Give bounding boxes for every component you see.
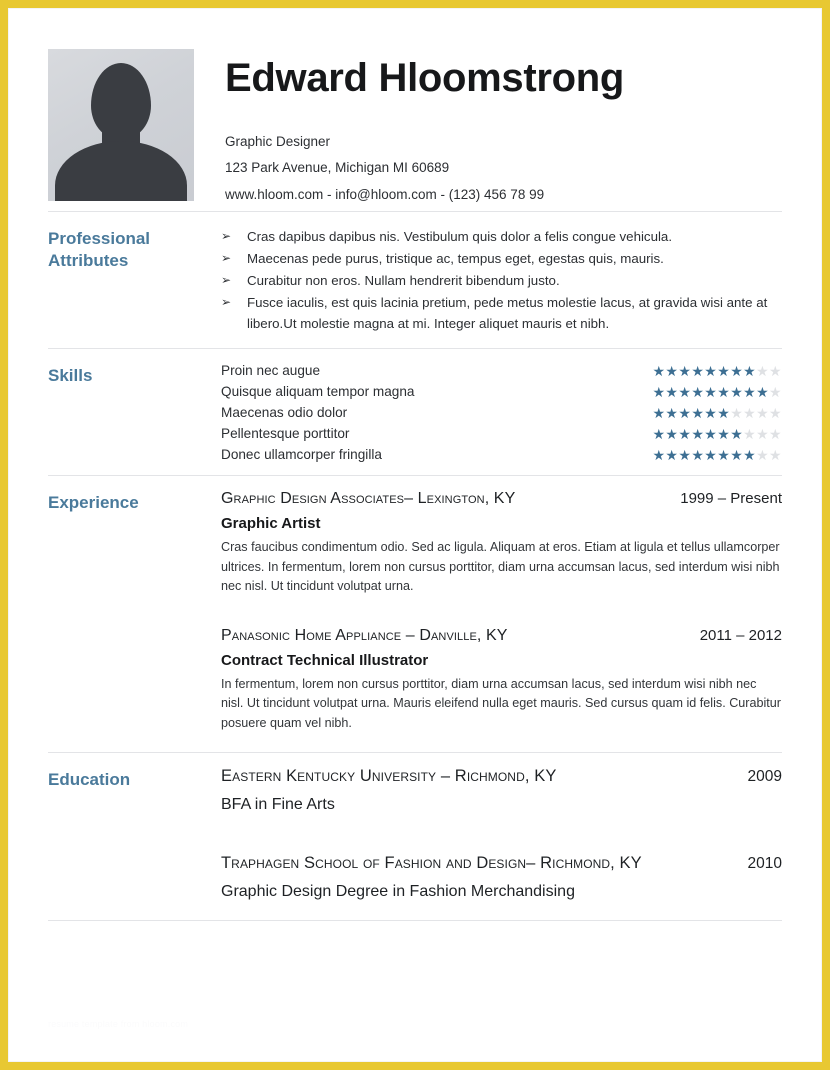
arrow-bullet-icon: ➢ [221, 251, 232, 265]
attribute-text: Cras dapibus dapibus nis. Vestibulum qui… [247, 229, 673, 244]
job-role: Graphic Artist [221, 515, 321, 532]
entry-header: Panasonic Home Appliance – Danville, KY … [221, 627, 782, 645]
resume-sheet: Edward Hloomstrong Graphic Designer 123 … [11, 11, 819, 1059]
list-item: ➢ Cras dapibus dapibus nis. Vestibulum q… [221, 226, 782, 247]
job-description: Cras faucibus condimentum odio. Sed ac l… [221, 540, 780, 594]
section-professional-attributes: Professional Attributes ➢ Cras dapibus d… [48, 212, 782, 348]
employer-name: Graphic Design Associates– Lexington, KY [221, 490, 516, 507]
list-item: Donec ullamcorper fringilla ★★★★★★★★★★ [221, 447, 782, 462]
list-item: ➢ Fusce iaculis, est quis lacinia pretiu… [221, 292, 782, 334]
graduation-year: 2009 [747, 768, 782, 786]
address-line: 123 Park Avenue, Michigan MI 60689 [225, 160, 450, 176]
education-list: Eastern Kentucky University – Richmond, … [221, 767, 782, 907]
experience-list: Graphic Design Associates– Lexington, KY… [221, 490, 782, 739]
job-role: Contract Technical Illustrator [221, 651, 429, 669]
skill-rating-stars: ★★★★★★★★★★ [652, 383, 782, 400]
job-title: Graphic Designer [225, 134, 331, 149]
skill-rating-stars: ★★★★★★★★★★ [652, 362, 782, 379]
attribute-text: Maecenas pede purus, tristique ac, tempu… [247, 251, 664, 266]
employer-name: Panasonic Home Appliance – Danville, KY [221, 626, 508, 644]
attributes-list: ➢ Cras dapibus dapibus nis. Vestibulum q… [221, 226, 782, 335]
header-text-block: Edward Hloomstrong Graphic Designer 123 … [225, 49, 782, 208]
resume-content: Edward Hloomstrong Graphic Designer 123 … [48, 49, 782, 922]
skill-name: Donec ullamcorper fringilla [221, 447, 382, 462]
degree-name: Graphic Design Degree in Fashion Merchan… [221, 883, 575, 901]
silhouette-body [55, 141, 187, 201]
arrow-bullet-icon: ➢ [221, 229, 232, 243]
section-experience: Experience Graphic Design Associates– Le… [48, 476, 782, 752]
section-heading-experience: Experience [48, 493, 139, 512]
attribute-text: Curabitur non eros. Nullam hendrerit bib… [247, 273, 560, 288]
education-entry: Eastern Kentucky University – Richmond, … [221, 767, 782, 814]
school-name: Eastern Kentucky University – Richmond, … [221, 767, 557, 786]
entry-header: Graphic Design Associates– Lexington, KY… [221, 490, 782, 508]
employment-dates: 1999 – Present [680, 490, 782, 507]
degree-name: BFA in Fine Arts [221, 796, 335, 814]
skill-name: Pellentesque porttitor [221, 426, 350, 441]
experience-entry: Panasonic Home Appliance – Danville, KY … [221, 627, 782, 734]
skill-rating-stars: ★★★★★★★★★★ [652, 404, 782, 421]
skills-list: Proin nec augue ★★★★★★★★★★ Quisque aliqu… [221, 363, 782, 462]
list-item: Pellentesque porttitor ★★★★★★★★★★ [221, 426, 782, 441]
job-description: In fermentum, lorem non cursus porttitor… [221, 676, 781, 730]
skill-name: Maecenas odio dolor [221, 405, 348, 420]
skill-name: Quisque aliquam tempor magna [221, 384, 415, 399]
arrow-bullet-icon: ➢ [221, 295, 232, 309]
footer-watermark: resume template from hloom.com [48, 1019, 189, 1029]
arrow-bullet-icon: ➢ [221, 273, 232, 287]
entry-header: Traphagen School of Fashion and Design– … [221, 854, 782, 873]
divider-bottom [48, 920, 782, 922]
employment-dates: 2011 – 2012 [699, 626, 782, 644]
section-heading-attributes: Professional Attributes [48, 229, 151, 271]
skill-rating-stars: ★★★★★★★★★★ [652, 446, 782, 463]
list-item: Quisque aliquam tempor magna ★★★★★★★★★★ [221, 384, 782, 399]
profile-photo [48, 49, 194, 201]
skill-name: Proin nec augue [221, 363, 321, 378]
list-item: ➢ Maecenas pede purus, tristique ac, tem… [221, 248, 782, 269]
skill-rating-stars: ★★★★★★★★★★ [652, 425, 782, 442]
attribute-text: Fusce iaculis, est quis lacinia pretium,… [247, 295, 768, 331]
graduation-year: 2010 [747, 855, 782, 873]
list-item: Maecenas odio dolor ★★★★★★★★★★ [221, 405, 782, 420]
section-education: Education Eastern Kentucky University – … [48, 753, 782, 920]
experience-entry: Graphic Design Associates– Lexington, KY… [221, 490, 782, 597]
resume-header: Edward Hloomstrong Graphic Designer 123 … [48, 49, 782, 211]
section-heading-skills: Skills [48, 366, 93, 385]
education-entry: Traphagen School of Fashion and Design– … [221, 854, 782, 901]
candidate-name: Edward Hloomstrong [225, 56, 625, 100]
school-name: Traphagen School of Fashion and Design– … [221, 854, 642, 873]
contact-line: www.hloom.com - info@hloom.com - (123) 4… [225, 186, 545, 202]
list-item: Proin nec augue ★★★★★★★★★★ [221, 363, 782, 378]
section-skills: Skills Proin nec augue ★★★★★★★★★★ Quisqu… [48, 349, 782, 475]
entry-header: Eastern Kentucky University – Richmond, … [221, 767, 782, 786]
list-item: ➢ Curabitur non eros. Nullam hendrerit b… [221, 270, 782, 291]
section-heading-education: Education [48, 770, 131, 790]
